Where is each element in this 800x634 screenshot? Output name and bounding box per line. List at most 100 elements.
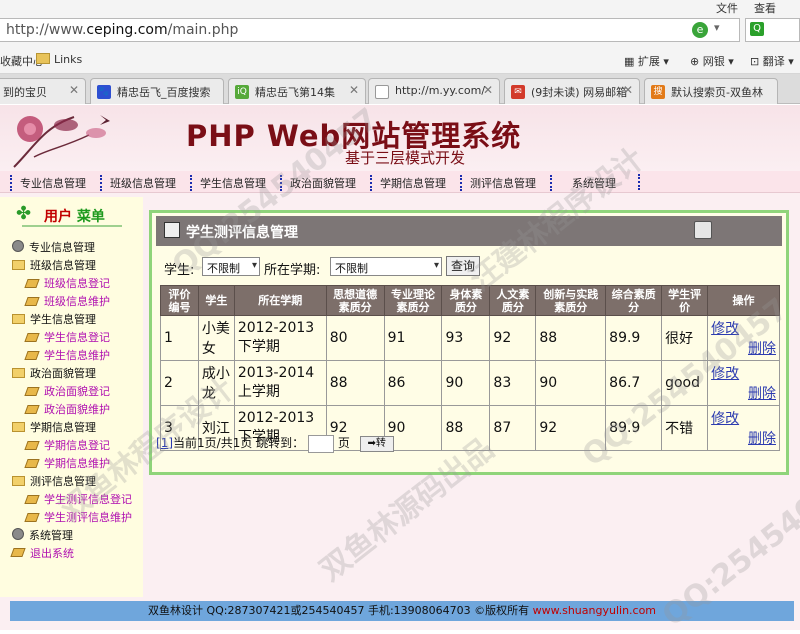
tab-4[interactable]: http://m.yy.com/ ✕ [368,78,500,104]
sidebar-group-major[interactable]: 专业信息管理 [12,239,95,255]
sidebar-item-political-edit[interactable]: 政治面貌维护 [24,401,110,417]
item-icon [24,351,40,360]
delete-link[interactable]: 删除 [711,338,776,358]
sidebar-item-term-edit[interactable]: 学期信息维护 [24,455,110,471]
sidebar-item-evaluation-add[interactable]: 学生测评信息登记 [24,491,132,507]
delete-link[interactable]: 删除 [711,428,776,448]
cell-comment: 不错 [661,405,709,451]
close-icon[interactable]: ✕ [349,83,359,97]
filter-bar: 学生: 不限制 所在学期: 不限制 查询 [160,254,780,280]
cell-moral: 88 [325,360,385,406]
sidebar-group-student[interactable]: 学生信息管理 [12,311,96,327]
col-student: 学生 [197,285,235,316]
extensions-button[interactable]: ▦ 扩展 ▾ [624,53,669,69]
nav-class[interactable]: 班级信息管理 [100,175,176,191]
col-term: 所在学期 [233,285,327,316]
footer-text: 双鱼林设计 QQ:287307421或254540457 手机:13908064… [147,604,533,617]
nav-system[interactable]: 系统管理 [550,175,616,191]
print-icon[interactable] [694,221,712,239]
netbank-button[interactable]: ⊕ 网银 ▾ [690,53,734,69]
cell-humanities: 92 [489,315,537,361]
nav-evaluation[interactable]: 测评信息管理 [460,175,536,191]
address-bar-row: http://www.ceping.com/main.php e ▾ Q [0,14,800,46]
sidebar-item-evaluation-edit[interactable]: 学生测评信息维护 [24,509,132,525]
sidebar-group-political[interactable]: 政治面貌管理 [12,365,96,381]
tab-2[interactable]: 🐾 精忠岳飞_百度搜索 [90,78,224,104]
sidebar-group-term[interactable]: 学期信息管理 [12,419,96,435]
edit-icon [164,222,180,238]
folder-icon [12,422,25,432]
cell-term: 2012-2013下学期 [233,315,327,361]
folder-icon [12,368,25,378]
close-icon[interactable]: ✕ [483,83,493,97]
tab-5[interactable]: ✉ (9封未读) 网易邮箱 ✕ [504,78,640,104]
sidebar-group-class[interactable]: 班级信息管理 [12,257,96,273]
folder-icon [36,53,50,64]
sidebar-divider [22,225,122,227]
tab-6[interactable]: 搜 默认搜索页-双鱼林 [644,78,778,104]
close-icon[interactable]: ✕ [623,83,633,97]
footer-url[interactable]: www.shuangyulin.com [533,604,656,617]
tab-1[interactable]: 到的宝贝 ✕ [0,78,86,104]
pager-text: 当前1页/共1页 跳转到： [173,436,305,450]
bookmark-links[interactable]: Links [36,53,82,66]
address-bar[interactable]: http://www.ceping.com/main.php e ▾ [0,18,740,42]
col-id: 评价编号 [160,285,199,316]
edit-link[interactable]: 修改 [711,363,776,383]
sidebar-group-evaluation[interactable]: 测评信息管理 [12,473,96,489]
translate-button[interactable]: ⊡ 翻译 ▾ [750,53,794,69]
browser-menu-strip: 文件 查看 [0,0,800,15]
item-icon [24,459,40,468]
security-icon[interactable]: e [692,22,708,38]
col-total: 综合素质分 [605,285,663,316]
sidebar-item-class-edit[interactable]: 班级信息维护 [24,293,110,309]
query-button[interactable]: 查询 [446,256,480,276]
cell-actions: 修改 删除 [707,360,780,406]
tab-3[interactable]: iQ 精忠岳飞第14集 ✕ [228,78,366,104]
gear-icon [12,240,24,252]
cell-actions: 修改 删除 [707,405,780,451]
site-subtitle: 基于三层模式开发 [345,149,466,167]
page-go-button[interactable]: ➡转 [359,435,394,452]
cell-term: 2013-2014上学期 [233,360,327,406]
term-select[interactable]: 不限制 [330,257,442,276]
cell-student: 小美女 [197,315,235,361]
col-body: 身体素质分 [441,285,491,316]
col-humanities: 人文素质分 [489,285,537,316]
tab-strip: 到的宝贝 ✕ 🐾 精忠岳飞_百度搜索 iQ 精忠岳飞第14集 ✕ http://… [0,74,800,104]
address-url[interactable]: http://www.ceping.com/main.php [6,22,238,38]
close-icon[interactable]: ✕ [69,83,79,97]
bookmarks-bar: 收藏中心 Links ▦ 扩展 ▾ ⊕ 网银 ▾ ⊡ 翻译 ▾ [0,46,800,74]
nav-term[interactable]: 学期信息管理 [370,175,446,191]
sidebar-item-student-edit[interactable]: 学生信息维护 [24,347,110,363]
delete-link[interactable]: 删除 [711,383,776,403]
sidebar-item-student-add[interactable]: 学生信息登记 [24,329,110,345]
cell-humanities: 83 [489,360,537,406]
page-link[interactable]: [1] [156,436,173,450]
nav-major[interactable]: 专业信息管理 [10,175,86,191]
sidebar-item-term-add[interactable]: 学期信息登记 [24,437,110,453]
table-row: 2 成小龙 2013-2014上学期 88 86 90 83 90 86.7 g… [160,360,780,406]
search-engine-box[interactable]: Q [745,18,800,42]
cell-body: 88 [441,405,491,451]
table-row: 1 小美女 2012-2013下学期 80 91 93 92 88 89.9 很… [160,315,780,361]
baidu-icon: 🐾 [97,85,111,99]
web-page: PHP Web网站管理系统 基于三层模式开发 专业信息管理 班级信息管理 学生信… [0,101,800,634]
student-select[interactable]: 不限制 [202,257,260,276]
item-icon [24,495,40,504]
edit-link[interactable]: 修改 [711,408,776,428]
student-filter-label: 学生: [164,263,195,278]
tab-label: 精忠岳飞_百度搜索 [117,86,211,99]
sidebar-item-class-add[interactable]: 班级信息登记 [24,275,110,291]
sidebar-item-political-add[interactable]: 政治面貌登记 [24,383,110,399]
chevron-down-icon[interactable]: ▾ [714,21,720,34]
item-icon [10,548,26,557]
folder-icon [12,260,25,270]
edit-link[interactable]: 修改 [711,318,776,338]
col-theory: 专业理论素质分 [383,285,443,316]
sidebar-item-logout[interactable]: 退出系统 [10,545,74,561]
nav-political[interactable]: 政治面貌管理 [280,175,356,191]
sidebar-group-system[interactable]: 系统管理 [12,527,73,543]
nav-student[interactable]: 学生信息管理 [190,175,266,191]
page-jump-input[interactable] [307,434,334,453]
